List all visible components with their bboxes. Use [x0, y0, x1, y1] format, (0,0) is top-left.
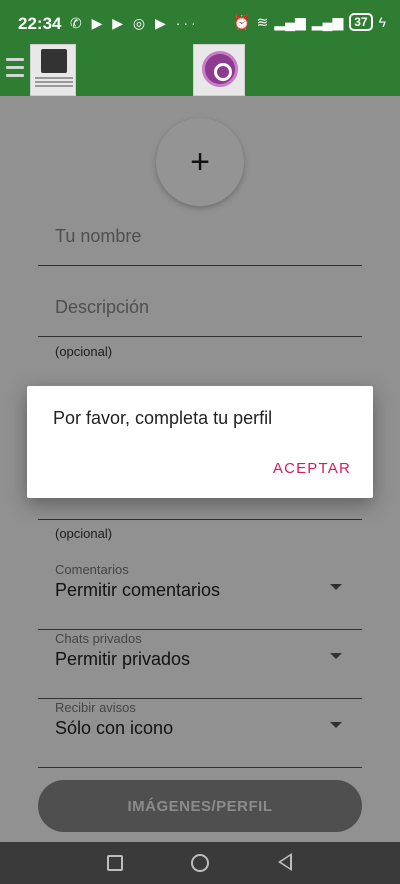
- app-bar: [0, 44, 400, 96]
- back-icon[interactable]: [278, 853, 292, 871]
- status-time: 22:34: [18, 14, 62, 33]
- charging-icon: ϟ: [378, 14, 386, 30]
- chat-logo-icon: [202, 51, 238, 87]
- group-image: [41, 49, 67, 73]
- status-bar: 22:34 ✆ ▶ ▶ ◎ ▶ ··· ⏰ ≋ ▂▄▆ ▂▄▆ 37 ϟ: [0, 0, 400, 44]
- app-logo[interactable]: [193, 44, 245, 96]
- alarm-icon: ⏰: [233, 13, 251, 30]
- menu-icon[interactable]: [6, 58, 24, 78]
- system-nav-bar: [0, 842, 400, 884]
- system-icons: ⏰ ≋ ▂▄▆ ▂▄▆ 37 ϟ: [233, 13, 386, 31]
- group-caption-lines: [35, 77, 73, 89]
- battery-icon: 37: [349, 13, 373, 31]
- home-icon[interactable]: [191, 854, 209, 872]
- dialog-message: Por favor, completa tu perfil: [53, 408, 273, 428]
- signal-icon: ▂▄▆: [274, 13, 306, 30]
- recents-icon[interactable]: [107, 855, 123, 871]
- accept-button[interactable]: ACEPTAR: [273, 460, 351, 477]
- group-thumbnail[interactable]: [30, 44, 76, 96]
- alert-dialog: Por favor, completa tu perfil ACEPTAR: [27, 386, 373, 498]
- signal-icon: ▂▄▆: [311, 13, 344, 30]
- wifi-icon: ≋: [256, 13, 269, 30]
- notification-icons: ✆ ▶ ▶ ◎ ▶ ···: [70, 15, 199, 31]
